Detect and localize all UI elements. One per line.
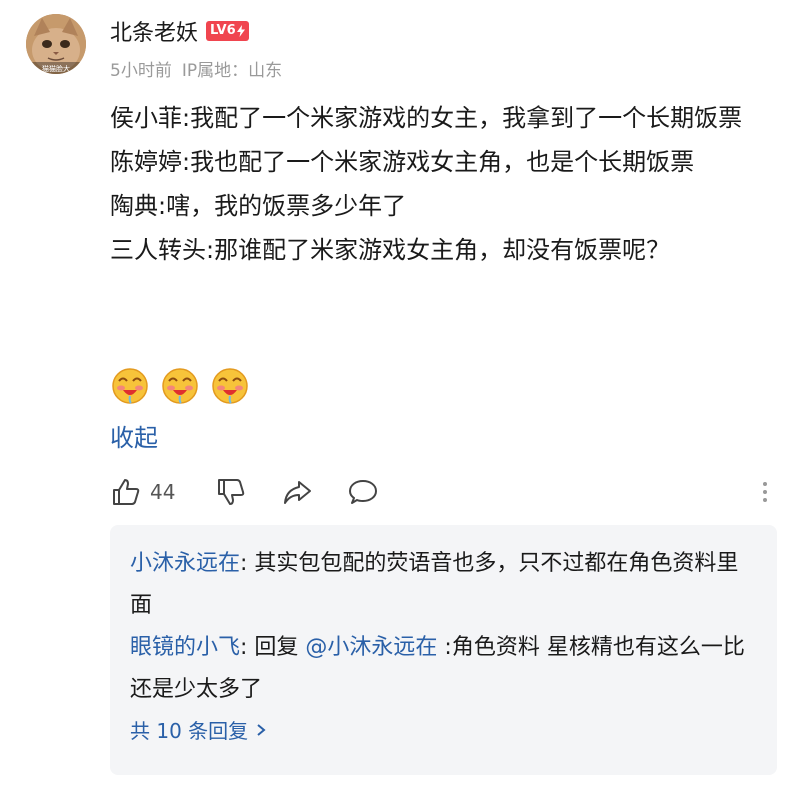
level-badge-text: LV6 xyxy=(210,23,236,38)
chevron-right-icon xyxy=(257,723,266,736)
more-icon xyxy=(763,482,767,486)
reply-mention[interactable]: @小沐永远在 xyxy=(305,635,437,660)
comment-card: 猫猫脸大 北条老妖 LV6 5小时前 IP属地：山东 侯小菲:我配了一个米家游戏… xyxy=(0,0,800,790)
post-line: 三人转头:那谁配了米家游戏女主角，却没有饭票呢？ xyxy=(110,236,671,264)
author-row: 北条老妖 LV6 xyxy=(110,14,249,48)
avatar[interactable]: 猫猫脸大 xyxy=(26,14,86,74)
level-badge: LV6 xyxy=(206,21,249,41)
thumbs-up-icon xyxy=(113,479,140,505)
reply-prefix: : 回复 xyxy=(240,635,306,660)
drooling-face-emoji-icon xyxy=(112,368,148,404)
comment-button[interactable] xyxy=(347,476,379,508)
reply-item[interactable]: 小沐永远在: 其实包包配的荧语音也多，只不过都在角色资料里面 xyxy=(130,543,757,627)
more-replies-label: 共 10 条回复 xyxy=(130,719,249,743)
share-button[interactable] xyxy=(281,476,313,508)
collapse-link[interactable]: 收起 xyxy=(110,418,158,453)
post-meta: 5小时前 IP属地：山东 xyxy=(110,56,282,81)
post-time: 5小时前 xyxy=(110,61,172,81)
like-count: 44 xyxy=(150,480,176,504)
reply-username[interactable]: 眼镜的小飞 xyxy=(130,635,240,660)
avatar-caption: 猫猫脸大 xyxy=(42,64,70,73)
reply-item[interactable]: 眼镜的小飞: 回复 @小沐永远在 :角色资料 星核精也有这么一比还是少太多了 xyxy=(130,627,757,711)
share-icon xyxy=(284,481,312,504)
thumbs-down-icon xyxy=(218,479,245,505)
emoji-row xyxy=(110,366,250,406)
action-bar: 44 xyxy=(110,472,775,512)
post-content: 侯小菲:我配了一个米家游戏的女主，我拿到了一个长期饭票 陈婷婷:我也配了一个米家… xyxy=(110,96,780,272)
drooling-face-emoji-icon xyxy=(212,368,248,404)
post-line: 陈婷婷:我也配了一个米家游戏女主角，也是个长期饭票 xyxy=(110,148,695,176)
ip-location: IP属地：山东 xyxy=(181,61,283,81)
post-line: 侯小菲:我配了一个米家游戏的女主，我拿到了一个长期饭票 xyxy=(110,104,743,132)
lightning-icon xyxy=(236,25,245,37)
reply-username[interactable]: 小沐永远在 xyxy=(130,551,240,576)
view-more-replies-link[interactable]: 共 10 条回复 xyxy=(130,715,757,744)
dislike-button[interactable] xyxy=(215,476,247,508)
more-options-button[interactable] xyxy=(755,476,775,508)
like-button[interactable]: 44 xyxy=(110,476,175,508)
cat-avatar-image: 猫猫脸大 xyxy=(26,14,86,74)
comment-icon xyxy=(349,480,378,504)
replies-panel: 小沐永远在: 其实包包配的荧语音也多，只不过都在角色资料里面 眼镜的小飞: 回复… xyxy=(110,525,777,775)
author-name[interactable]: 北条老妖 xyxy=(110,15,198,47)
post-line: 陶典:嗐，我的饭票多少年了 xyxy=(110,192,407,220)
drooling-face-emoji-icon xyxy=(162,368,198,404)
